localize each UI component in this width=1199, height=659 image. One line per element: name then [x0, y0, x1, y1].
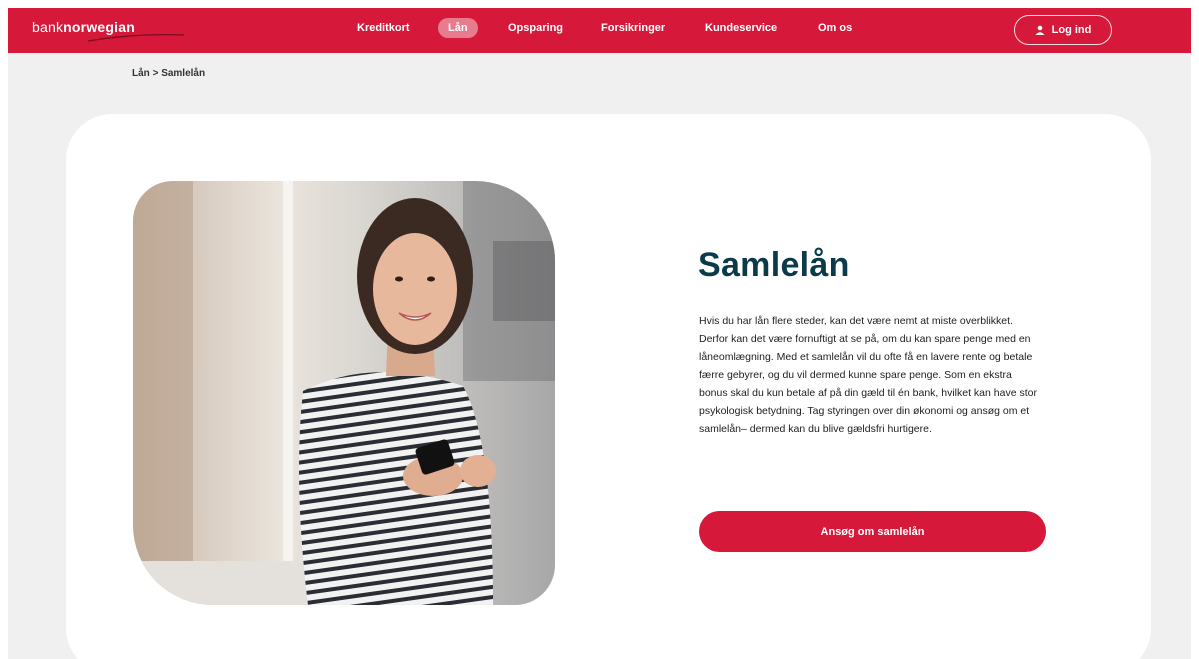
nav-item-opsparing[interactable]: Opsparing	[508, 22, 563, 34]
nav-item-forsikringer[interactable]: Forsikringer	[601, 22, 665, 34]
logo-text-bank: bank	[32, 19, 64, 35]
apply-samlelaan-button[interactable]: Ansøg om samlelån	[699, 511, 1046, 552]
breadcrumb-link-laan[interactable]: Lån	[132, 68, 150, 79]
page: banknorwegian Kreditkort Lån Opsparing F…	[8, 8, 1191, 659]
nav-item-om-os[interactable]: Om os	[818, 22, 852, 34]
hero-image	[133, 181, 555, 605]
top-navigation-bar: banknorwegian Kreditkort Lån Opsparing F…	[8, 8, 1191, 53]
breadcrumb: Lån > Samlelån	[132, 68, 205, 79]
logo-swoosh-icon	[87, 33, 185, 42]
page-title: Samlelån	[698, 246, 850, 284]
login-label: Log ind	[1051, 24, 1092, 36]
breadcrumb-separator: >	[152, 68, 159, 79]
login-button[interactable]: Log ind	[1014, 15, 1112, 45]
woman-with-phone-photo	[133, 181, 555, 605]
intro-paragraph: Hvis du har lån flere steder, kan det væ…	[699, 315, 1037, 435]
user-icon	[1035, 25, 1045, 35]
nav-item-kundeservice[interactable]: Kundeservice	[705, 22, 777, 34]
breadcrumb-current: Samlelån	[161, 68, 206, 79]
nav-item-kreditkort[interactable]: Kreditkort	[357, 22, 410, 34]
nav-item-laan[interactable]: Lån	[438, 18, 478, 38]
